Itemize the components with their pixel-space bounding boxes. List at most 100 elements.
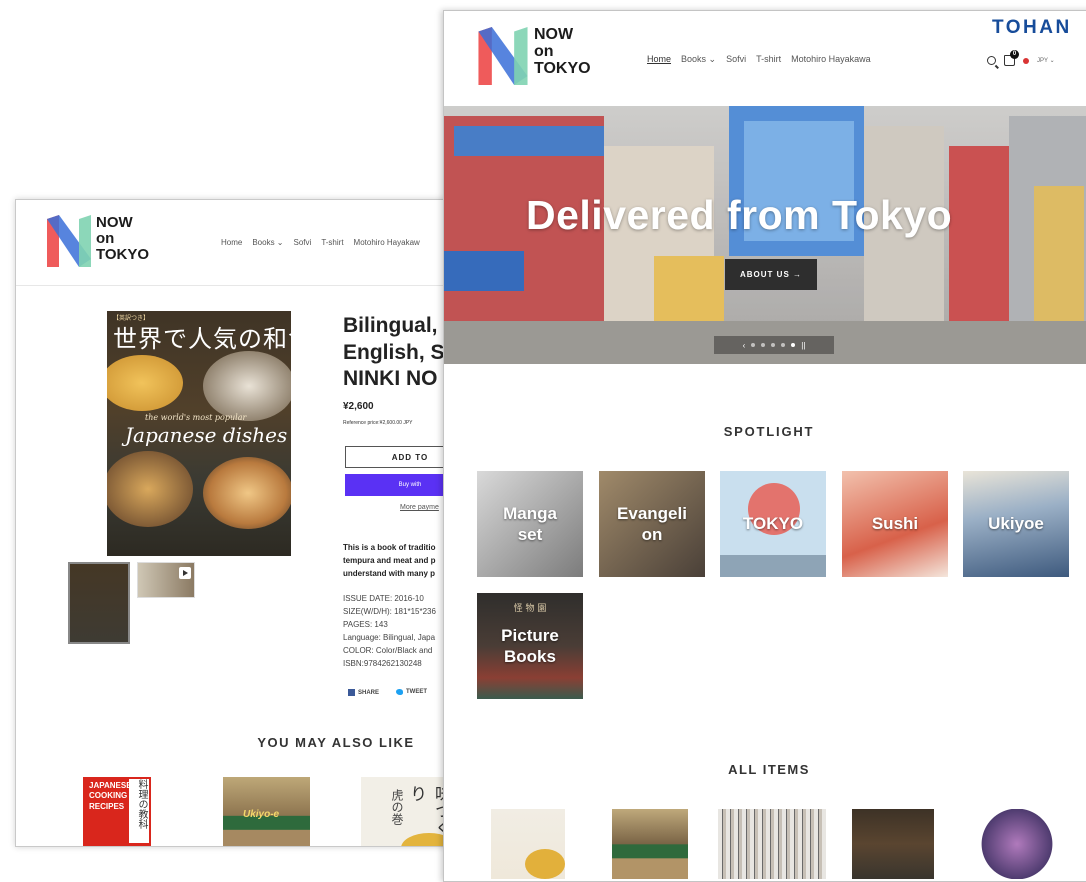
related-title-line: COOKING: [89, 791, 128, 801]
spotlight-tile-tokyo[interactable]: TOKYO: [720, 471, 826, 577]
related-product-card[interactable]: JAPANESE COOKING RECIPES 料理の教科: [83, 777, 151, 846]
item-card[interactable]: [612, 809, 688, 879]
cover-jp-title: 世界で人気の和食: [113, 325, 291, 353]
spec-line: Language: Bilingual, Japa: [343, 633, 436, 643]
nav-tshirt[interactable]: T-shirt: [756, 54, 781, 65]
nav-motohiro[interactable]: Motohiro Hayakawa: [791, 54, 871, 65]
cover-en-title: Japanese dishes: [125, 423, 288, 447]
flag-icon[interactable]: [1023, 57, 1029, 64]
spotlight-tile-picture-books[interactable]: 怪 物 園 Picture Books: [477, 593, 583, 699]
related-product-card[interactable]: 味づくり 虎の巻: [361, 777, 456, 846]
main-nav: Home Books ⌄ Sofvi T-shirt Motohiro Haya…: [647, 54, 871, 65]
spotlight-label: TOKYO: [742, 514, 804, 534]
tweet-button[interactable]: TWEET: [396, 689, 427, 695]
spotlight-tile-manga[interactable]: Manga set: [477, 471, 583, 577]
spotlight-tile-sushi[interactable]: Sushi: [842, 471, 948, 577]
description-line: understand with many p: [343, 568, 436, 578]
hero-title: Delivered from Tokyo: [526, 192, 953, 238]
spotlight-heading: SPOTLIGHT: [723, 424, 815, 439]
slide-dot-active[interactable]: [791, 343, 796, 347]
about-us-button[interactable]: ABOUT US →: [725, 259, 817, 290]
twitter-icon: [396, 689, 403, 695]
spec-line: COLOR: Color/Black and: [343, 646, 433, 656]
product-thumb-video[interactable]: [137, 562, 195, 598]
item-card[interactable]: [981, 809, 1053, 879]
product-title-line: English, S: [343, 340, 445, 364]
currency-selector[interactable]: JPY ⌄: [1037, 57, 1055, 64]
logo-n-icon: [47, 215, 91, 267]
hero-slideshow: Delivered from Tokyo ABOUT US → ‹ ||: [444, 106, 1086, 364]
product-description: This is a book of traditio tempura and m…: [343, 542, 435, 580]
product-title-line: NINKI NO: [343, 367, 438, 391]
nav-tshirt[interactable]: T-shirt: [321, 238, 343, 247]
brand-logo[interactable]: NOW on TOKYO: [47, 215, 177, 275]
header-icons: 0 JPY ⌄: [987, 50, 1055, 66]
spotlight-label: Manga set: [503, 503, 557, 544]
buy-with-shop-button[interactable]: Buy with: [345, 474, 456, 496]
omelette-image: [107, 355, 183, 411]
nav-sofvi[interactable]: Sofvi: [726, 54, 746, 65]
share-facebook-button[interactable]: SHARE: [348, 689, 379, 696]
facebook-icon: [348, 689, 355, 696]
item-card[interactable]: [491, 809, 565, 879]
product-main-image[interactable]: 【英訳つき】 世界で人気の和食 the world's most popular…: [107, 311, 291, 556]
related-product-card[interactable]: Ukiyo-e: [223, 777, 310, 846]
brand-wordmark: NOW on TOKYO: [96, 215, 149, 262]
cart-icon[interactable]: 0: [1004, 50, 1019, 66]
tohan-logo: TOHAN: [992, 17, 1072, 38]
product-thumb-1[interactable]: [68, 562, 130, 644]
slide-dot[interactable]: [761, 343, 766, 347]
slide-dot[interactable]: [781, 343, 786, 347]
home-page-window: NOW on TOKYO Home Books ⌄ Sofvi T-shirt …: [443, 10, 1086, 882]
cart-count: 0: [1010, 50, 1019, 59]
play-icon: [179, 567, 191, 579]
nav-motohiro[interactable]: Motohiro Hayakaw: [354, 238, 420, 247]
product-title: Bilingual, English, S NINKI NO: [343, 313, 445, 393]
tweet-label: TWEET: [406, 689, 427, 695]
related-jp-title: 料理の教科: [129, 779, 149, 843]
description-line: tempura and meat and p: [343, 555, 436, 565]
related-title-line: RECIPES: [89, 801, 125, 811]
brand-line3: TOKYO: [96, 245, 150, 263]
sushi-image: [203, 351, 291, 421]
brand-logo[interactable]: NOW on TOKYO: [478, 26, 618, 87]
item-card[interactable]: [852, 809, 934, 879]
nav-home[interactable]: Home: [647, 54, 671, 65]
share-label: SHARE: [358, 689, 380, 696]
item-card[interactable]: [718, 809, 826, 879]
spotlight-label: Picture Books: [501, 625, 559, 666]
nav-home[interactable]: Home: [221, 238, 242, 247]
slide-prev-button[interactable]: ‹: [743, 341, 746, 350]
spotlight-tile-ukiyoe[interactable]: Ukiyoe: [963, 471, 1069, 577]
spotlight-tile-evangelion[interactable]: Evangeli on: [599, 471, 705, 577]
ramen-image: [203, 457, 291, 529]
spec-line: ISBN:9784262130248: [343, 659, 422, 669]
add-to-cart-button[interactable]: ADD TO: [345, 446, 456, 468]
more-payment-link[interactable]: More payme: [400, 504, 439, 511]
nav-sofvi[interactable]: Sofvi: [294, 238, 312, 247]
item-cover-art: [525, 849, 565, 879]
cover-en-small: the world's most popular: [145, 413, 247, 422]
brand-line3: TOKYO: [534, 59, 591, 77]
product-price: ¥2,600: [343, 401, 374, 412]
slide-dot[interactable]: [751, 343, 756, 347]
related-title: Ukiyo-e: [243, 809, 280, 820]
header-divider: [16, 285, 456, 286]
related-jp-small: 虎の巻: [390, 789, 404, 825]
related-title-line: JAPANESE: [89, 781, 132, 790]
tempura-image: [107, 451, 193, 527]
related-title: JAPANESE COOKING RECIPES: [89, 781, 132, 812]
brand-line2: on: [96, 229, 115, 247]
slide-dot[interactable]: [771, 343, 776, 347]
slide-pause-button[interactable]: ||: [801, 341, 805, 350]
reference-price: Reference price:¥2,600.00 JPY: [343, 420, 413, 426]
spec-line: ISSUE DATE: 2016-10: [343, 594, 424, 603]
main-nav: Home Books ⌄ Sofvi T-shirt Motohiro Haya…: [221, 238, 420, 247]
nav-books[interactable]: Books ⌄: [681, 54, 716, 65]
search-icon[interactable]: [987, 56, 996, 65]
nav-books[interactable]: Books ⌄: [252, 238, 283, 247]
logo-n-icon: [478, 27, 528, 85]
spec-line: PAGES: 143: [343, 620, 388, 630]
brand-line2: on: [534, 42, 554, 60]
also-like-heading: YOU MAY ALSO LIKE: [257, 735, 415, 750]
